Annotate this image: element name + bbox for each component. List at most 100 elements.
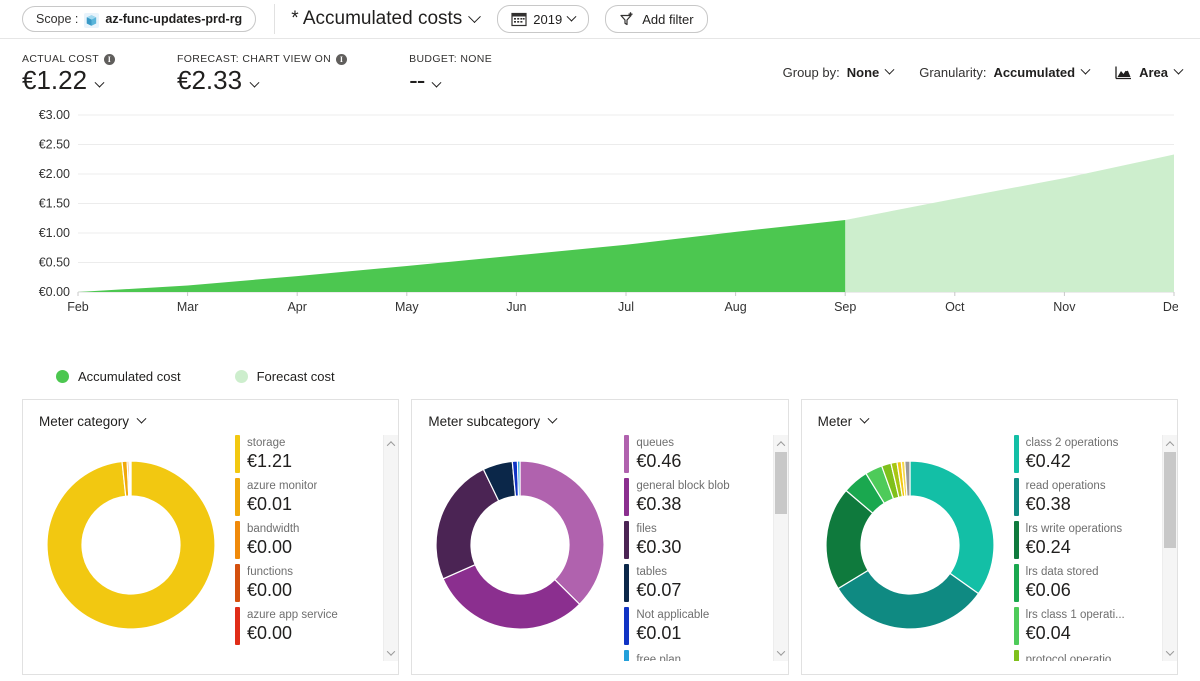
legend-label: Accumulated cost: [78, 368, 181, 384]
legend-entry[interactable]: free plan: [624, 650, 768, 661]
legend-entry[interactable]: queues €0.46: [624, 435, 768, 473]
scrollbar-thumb[interactable]: [1163, 452, 1176, 548]
forecast-cost-area: [845, 154, 1174, 292]
legend-swatch: [235, 521, 240, 559]
legend-item-accumulated-cost[interactable]: Accumulated cost: [56, 369, 181, 384]
kpi-actual-cost-value[interactable]: €1.22: [22, 65, 115, 96]
card-meter-subcategory-body: queues €0.46 general block blob €0.38 files €…: [412, 429, 788, 661]
y-axis-tick: €0.00: [39, 285, 70, 299]
scroll-up-icon[interactable]: [773, 435, 787, 452]
chevron-down-icon: [468, 9, 482, 23]
legend-entry-name: bandwidth: [247, 523, 300, 536]
meter-category-donut[interactable]: [27, 457, 235, 633]
legend-entry[interactable]: general block blob €0.38: [624, 478, 768, 516]
legend-swatch: [1013, 607, 1019, 645]
date-range-selector[interactable]: 2019: [497, 5, 590, 33]
scope-label: Scope :: [36, 12, 79, 26]
legend-entry-value: €0.06: [1025, 579, 1071, 600]
kpi-budget-value[interactable]: --: [409, 65, 492, 96]
area-chart-canvas: €0.00 €0.50 €1.00 €1.50 €2.00 €2.50 €3.00 Feb Ma…: [39, 108, 1178, 314]
scrollbar-track[interactable]: [774, 452, 788, 644]
accumulated-costs-chart[interactable]: €0.00 €0.50 €1.00 €1.50 €2.00 €2.50 €3.00 Feb Ma…: [22, 107, 1178, 357]
legend-scrollbar[interactable]: [772, 435, 788, 661]
chart-type-selector[interactable]: Area: [1115, 64, 1184, 80]
kpi-forecast-label: FORECAST: CHART VIEW ON i: [177, 53, 348, 65]
card-meter-category-body: storage €1.21 azure monitor €0.01 bandwidth €…: [23, 429, 399, 661]
area-chart-icon: [1115, 65, 1132, 80]
legend-entry[interactable]: Not applicable €0.01: [624, 607, 768, 645]
kpi-forecast-amount: €2.33: [176, 65, 243, 95]
kpi-actual-cost-label-text: ACTUAL COST: [22, 53, 99, 65]
donut-segment[interactable]: [517, 460, 521, 497]
legend-entry[interactable]: azure app service €0.00: [235, 607, 379, 645]
legend-swatch: [1013, 435, 1019, 473]
chevron-down-icon: [136, 413, 147, 424]
info-icon[interactable]: i: [103, 53, 115, 65]
legend-entry-name: Not applicable: [636, 609, 710, 622]
legend-entry[interactable]: class 2 operations €0.42: [1013, 435, 1158, 473]
donut-segment[interactable]: [909, 460, 995, 595]
meter-subcategory-donut[interactable]: [416, 457, 624, 633]
card-title-text: Meter: [817, 414, 853, 429]
donut-segment[interactable]: [435, 468, 500, 580]
legend-entry[interactable]: lrs class 1 operati... €0.04: [1013, 607, 1158, 645]
donut-chart: [435, 460, 605, 630]
legend-entry[interactable]: bandwidth €0.00: [235, 521, 379, 559]
legend-swatch: [56, 369, 69, 383]
x-axis-tick: Jun: [506, 300, 526, 314]
legend-entry-name: read operations: [1025, 480, 1106, 493]
scroll-up-icon[interactable]: [1162, 435, 1176, 452]
group-by-selector[interactable]: Group by: None: [783, 64, 895, 80]
legend-entry-name: storage: [247, 437, 286, 450]
donut-segment[interactable]: [519, 460, 605, 606]
view-title-selector[interactable]: * Accumulated costs: [291, 8, 482, 30]
scrollbar-track[interactable]: [1163, 452, 1177, 644]
kpi-forecast-value[interactable]: €2.33: [176, 65, 347, 96]
donut-segment[interactable]: [129, 460, 132, 497]
legend-entry-name: tables: [636, 566, 668, 579]
card-title-text: Meter subcategory: [428, 414, 541, 429]
legend-entry-value: €0.38: [636, 493, 682, 514]
y-axis-tick: €2.50: [39, 138, 70, 152]
x-axis-tick: Apr: [287, 300, 306, 314]
granularity-selector[interactable]: Granularity: Accumulated: [919, 64, 1091, 80]
calendar-icon: [511, 11, 527, 27]
legend-scrollbar[interactable]: [383, 435, 399, 661]
card-meter-subcategory: Meter subcategory queues €0.46 general blo…: [411, 399, 789, 675]
scroll-down-icon[interactable]: [773, 644, 787, 661]
legend-entry-value: €0.30: [636, 536, 682, 557]
legend-entry[interactable]: files €0.30: [624, 521, 768, 559]
card-meter-title[interactable]: Meter: [802, 400, 1177, 429]
scroll-down-icon[interactable]: [384, 644, 398, 661]
legend-entry[interactable]: read operations €0.38: [1013, 478, 1158, 516]
add-filter-button[interactable]: Add filter: [605, 5, 708, 33]
scrollbar-track[interactable]: [384, 452, 398, 644]
meter-donut[interactable]: [806, 457, 1014, 633]
card-meter-subcategory-title[interactable]: Meter subcategory: [412, 400, 787, 429]
legend-scrollbar[interactable]: [1161, 435, 1177, 661]
legend-list: storage €1.21 azure monitor €0.01 bandwidth €…: [235, 435, 383, 661]
card-meter-category-title[interactable]: Meter category: [23, 400, 398, 429]
scroll-up-icon[interactable]: [384, 435, 398, 452]
scope-selector[interactable]: Scope : az-func-updates-prd-rg: [22, 6, 257, 32]
legend-entry[interactable]: storage €1.21: [235, 435, 379, 473]
legend-entry-value: €0.42: [1025, 450, 1071, 471]
scrollbar-thumb[interactable]: [774, 452, 787, 514]
legend-entry[interactable]: protocol operatio...: [1013, 650, 1158, 661]
legend-entry[interactable]: lrs data stored €0.06: [1013, 564, 1158, 602]
accumulated-cost-area: [78, 220, 846, 292]
legend-entry-name: files: [636, 523, 657, 536]
toolbar-divider: [274, 4, 276, 34]
legend-entry[interactable]: azure monitor €0.01: [235, 478, 379, 516]
chevron-down-icon: [1080, 64, 1091, 75]
donut-segment[interactable]: [836, 569, 979, 630]
legend-item-forecast-cost[interactable]: Forecast cost: [234, 368, 335, 384]
x-axis-tick: Nov: [1053, 300, 1076, 314]
x-axis-tick: Dec: [1163, 300, 1178, 314]
scroll-down-icon[interactable]: [1162, 644, 1176, 661]
legend-entry[interactable]: functions €0.00: [235, 564, 379, 602]
legend-entry[interactable]: tables €0.07: [624, 564, 768, 602]
legend-label: Forecast cost: [256, 368, 335, 384]
legend-entry[interactable]: lrs write operations €0.24: [1013, 521, 1158, 559]
info-icon[interactable]: i: [336, 53, 348, 65]
